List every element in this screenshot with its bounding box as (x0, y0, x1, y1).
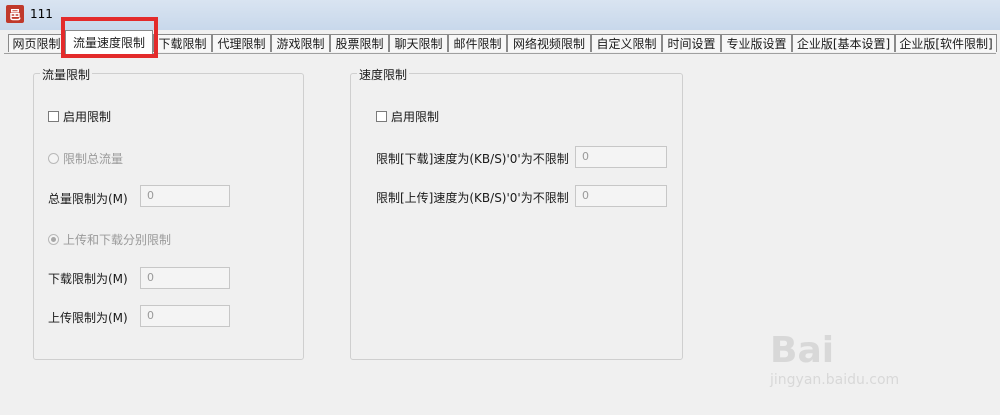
tab-enterprise-software[interactable]: 企业版[软件限制] (895, 34, 997, 52)
window-titlebar: 邑 111 (0, 0, 1000, 31)
split-radio-row[interactable]: 上传和下载分别限制 (48, 231, 171, 248)
tab-download-limit[interactable]: 下载限制 (153, 34, 212, 52)
total-limit-input[interactable]: 0 (140, 185, 230, 207)
speed-upload-input[interactable]: 0 (575, 185, 667, 207)
tab-web-limit[interactable]: 网页限制 (8, 34, 65, 52)
traffic-enable-checkbox[interactable] (48, 111, 59, 122)
tab-game-limit[interactable]: 游戏限制 (271, 34, 330, 52)
speed-download-input[interactable]: 0 (575, 146, 667, 168)
watermark-url: jingyan.baidu.com (770, 372, 900, 388)
tab-time-settings[interactable]: 时间设置 (662, 34, 721, 52)
tab-chat-limit[interactable]: 聊天限制 (389, 34, 448, 52)
total-radio-label: 限制总流量 (63, 152, 124, 166)
upload-limit-label: 上传限制为(M) (48, 311, 128, 325)
tab-mail-limit[interactable]: 邮件限制 (448, 34, 507, 52)
traffic-enable-row[interactable]: 启用限制 (48, 108, 111, 125)
total-radio[interactable] (48, 153, 59, 164)
traffic-enable-label: 启用限制 (63, 110, 112, 124)
speed-enable-row[interactable]: 启用限制 (376, 108, 439, 125)
tab-traffic-speed-limit[interactable]: 流量速度限制 (65, 30, 153, 54)
speed-upload-label: 限制[上传]速度为(KB/S)'0'为不限制 (376, 191, 569, 205)
speed-enable-checkbox[interactable] (376, 111, 387, 122)
total-limit-label: 总量限制为(M) (48, 192, 128, 206)
split-radio[interactable] (48, 234, 59, 245)
upload-limit-input[interactable]: 0 (140, 305, 230, 327)
app-icon: 邑 (6, 5, 24, 23)
tab-pro-settings[interactable]: 专业版设置 (721, 34, 792, 52)
watermark-logo: Bai (770, 330, 835, 371)
speed-download-label: 限制[下载]速度为(KB/S)'0'为不限制 (376, 152, 569, 166)
tab-proxy-limit[interactable]: 代理限制 (212, 34, 271, 52)
download-limit-label: 下载限制为(M) (48, 272, 128, 286)
download-limit-input[interactable]: 0 (140, 267, 230, 289)
tab-strip: 网页限制 流量速度限制 下载限制 代理限制 游戏限制 股票限制 聊天限制 邮件限… (0, 30, 1000, 54)
tab-content-panel: 流量限制 启用限制 限制总流量 总量限制为(M) 0 上传和下载分别限制 下载限… (4, 53, 996, 415)
speed-enable-label: 启用限制 (391, 110, 440, 124)
traffic-group-title: 流量限制 (40, 66, 93, 83)
tab-enterprise-basic[interactable]: 企业版[基本设置] (792, 34, 895, 52)
total-radio-row[interactable]: 限制总流量 (48, 150, 123, 167)
speed-group-title: 速度限制 (357, 66, 410, 83)
split-radio-label: 上传和下载分别限制 (63, 233, 172, 247)
tab-custom-limit[interactable]: 自定义限制 (591, 34, 662, 52)
window-title: 111 (30, 7, 53, 21)
tab-video-limit[interactable]: 网络视频限制 (507, 34, 591, 52)
tab-stock-limit[interactable]: 股票限制 (330, 34, 389, 52)
